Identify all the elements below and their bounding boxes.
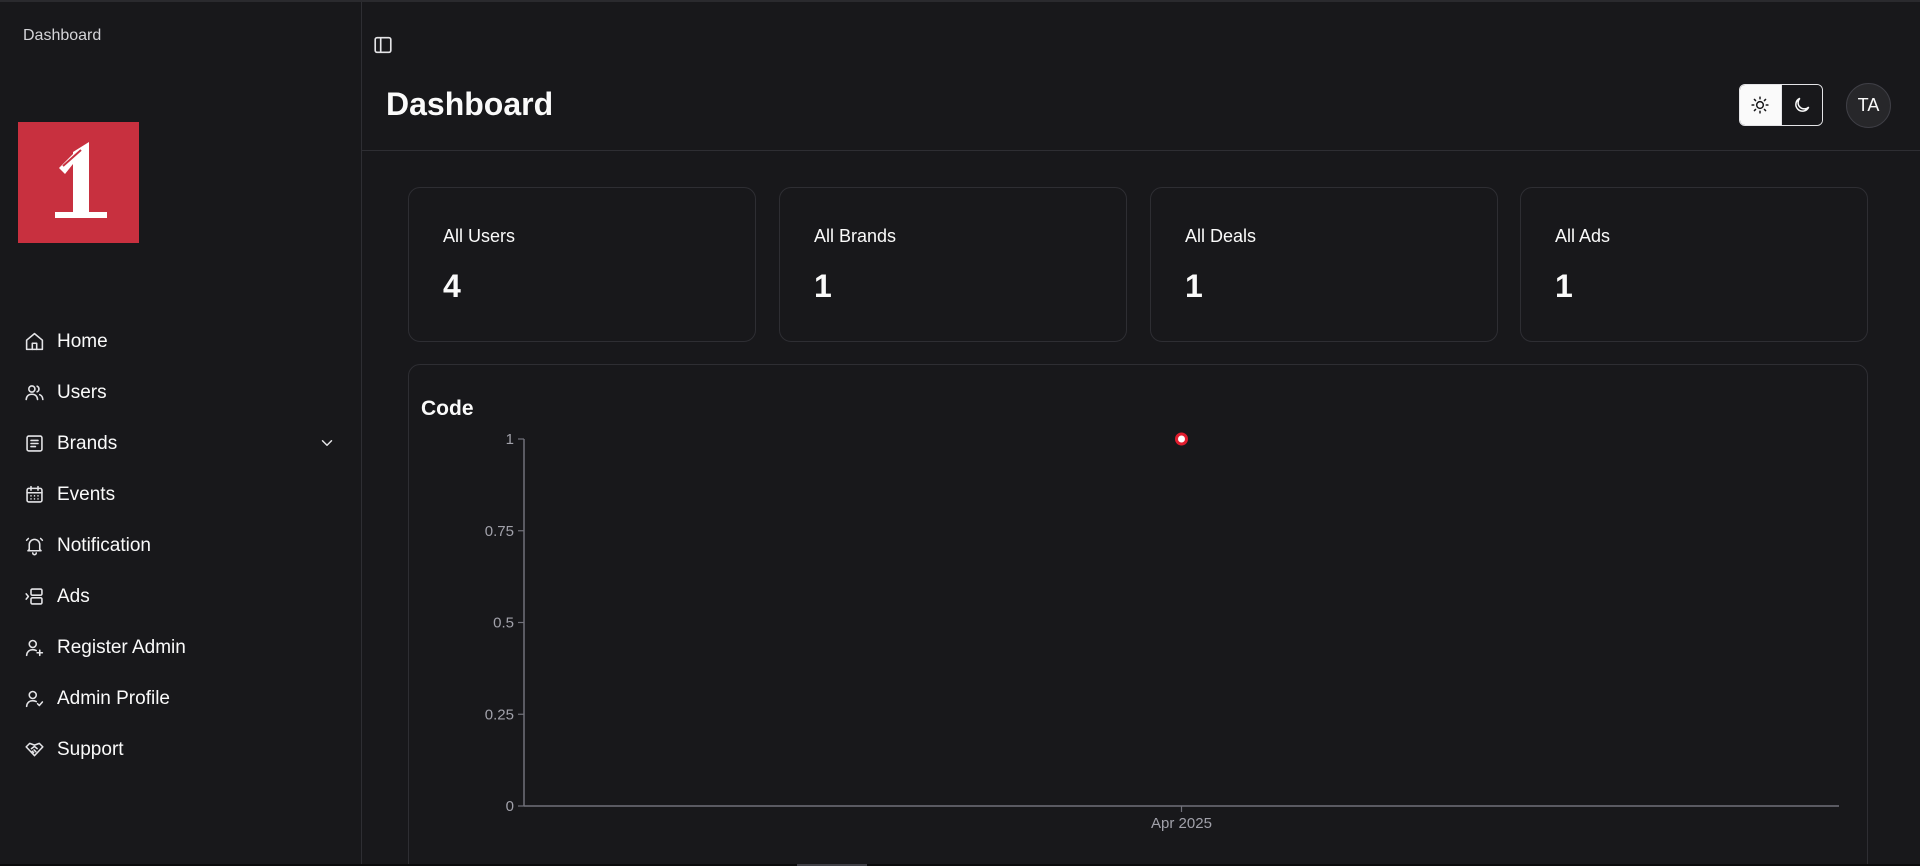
sidebar-item-users[interactable]: Users <box>0 367 362 418</box>
sidebar-item-register-admin[interactable]: Register Admin <box>0 622 362 673</box>
chart-card: Code 0 0.25 0.5 0.75 1 Apr 2025 <box>408 364 1868 866</box>
page-title: Dashboard <box>386 86 554 122</box>
stat-label: All Deals <box>1185 226 1257 246</box>
sidebar-toggle-button[interactable] <box>372 34 394 56</box>
sidebar-item-label: Events <box>57 483 116 505</box>
stat-value: 1 <box>1555 268 1573 304</box>
x-tick-label: Apr 2025 <box>1151 815 1212 832</box>
sidebar-item-label: Brands <box>57 432 118 454</box>
light-mode-button[interactable] <box>1740 85 1781 125</box>
sidebar-item-label: Register Admin <box>57 636 186 658</box>
sidebar-item-label: Ads <box>57 585 90 607</box>
stat-label: All Users <box>443 226 516 246</box>
logo-mark-icon <box>54 141 107 218</box>
handshake-icon <box>23 739 45 761</box>
sun-icon <box>1751 96 1770 114</box>
sidebar-item-notification[interactable]: Notification <box>0 520 362 571</box>
sidebar-item-admin-profile[interactable]: Admin Profile <box>0 673 362 724</box>
stat-card-users[interactable]: All Users 4 <box>408 187 756 342</box>
y-tick-label: 1 <box>506 431 514 448</box>
sidebar-item-ads[interactable]: Ads <box>0 571 362 622</box>
bell-icon <box>23 535 45 557</box>
sidebar-item-label: Users <box>57 381 107 403</box>
chevron-down-icon[interactable] <box>318 434 336 452</box>
stat-label: All Ads <box>1555 226 1611 246</box>
sidebar-item-events[interactable]: Events <box>0 469 362 520</box>
sidebar-item-label: Notification <box>57 534 151 556</box>
moon-icon <box>1795 97 1810 112</box>
y-tick-label: 0 <box>506 798 514 815</box>
dark-mode-button[interactable] <box>1780 85 1822 125</box>
stat-value: 1 <box>814 268 832 304</box>
data-point <box>1175 432 1188 446</box>
stat-card-ads[interactable]: All Ads 1 <box>1520 187 1868 342</box>
y-tick-label: 0.5 <box>493 615 514 632</box>
user-plus-icon <box>23 637 45 659</box>
stat-label: All Brands <box>814 226 897 246</box>
header-divider <box>362 150 1920 151</box>
stat-value: 1 <box>1185 268 1203 304</box>
sidebar-item-brands[interactable]: Brands <box>0 418 362 469</box>
stat-card-deals[interactable]: All Deals 1 <box>1150 187 1498 342</box>
theme-toggle <box>1739 84 1823 126</box>
sidebar: Dashboard Home Users Brands Events Notif… <box>0 2 362 866</box>
sidebar-item-label: Admin Profile <box>57 687 170 709</box>
calendar-icon <box>23 484 45 506</box>
sidebar-nav: Home Users Brands Events Notification Ad… <box>0 316 362 775</box>
app-window: Dashboard Home Users Brands Events Notif… <box>0 0 1920 866</box>
stat-value: 4 <box>443 268 461 304</box>
y-tick-label: 0.25 <box>485 706 514 723</box>
stat-card-brands[interactable]: All Brands 1 <box>779 187 1127 342</box>
brand-logo[interactable] <box>18 122 139 243</box>
home-icon <box>23 331 45 353</box>
sidebar-item-label: Support <box>57 738 124 760</box>
avatar[interactable]: TA <box>1846 83 1891 128</box>
breadcrumb[interactable]: Dashboard <box>23 27 101 45</box>
sidebar-item-home[interactable]: Home <box>0 316 362 367</box>
y-tick-label: 0.75 <box>485 523 514 540</box>
sidebar-item-support[interactable]: Support <box>0 724 362 775</box>
line-chart: 0 0.25 0.5 0.75 1 Apr 2025 <box>485 431 1839 832</box>
sidebar-item-label: Home <box>57 330 108 352</box>
brands-icon <box>23 433 45 455</box>
main-content: Dashboard TA All Users 4 All Brands 1 Al… <box>362 2 1920 866</box>
panel-left-icon <box>374 36 392 54</box>
users-icon <box>23 382 45 404</box>
user-check-icon <box>23 688 45 710</box>
ads-icon <box>23 586 45 608</box>
